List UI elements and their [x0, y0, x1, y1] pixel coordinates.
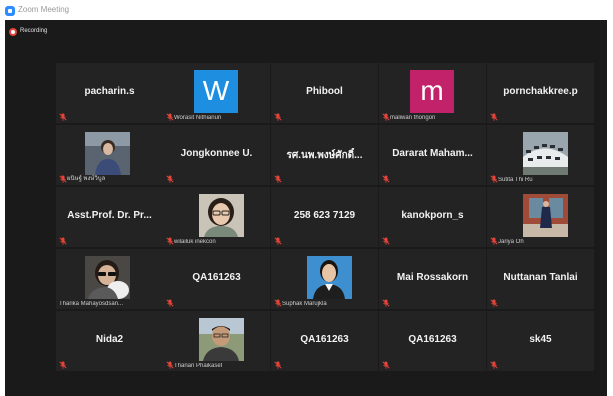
- participant-name: pacharin.s: [84, 86, 135, 97]
- participant-tile[interactable]: QA161263: [271, 311, 378, 371]
- participant-tile[interactable]: Thanan Phaikaset: [163, 311, 270, 371]
- participant-tile[interactable]: pacharin.s: [56, 63, 163, 123]
- participant-label: wilailuk inekcon: [174, 239, 216, 245]
- participant-label: Suphak Marujkla: [282, 301, 327, 307]
- mic-muted-icon: [274, 299, 282, 307]
- participant-avatar: W: [194, 70, 238, 113]
- participant-tile[interactable]: Sutita Thi Ru: [487, 125, 594, 185]
- mic-muted-icon: [382, 299, 390, 307]
- participant-video: [523, 132, 568, 175]
- participant-name: QA161263: [300, 334, 349, 345]
- participant-tile[interactable]: Nida2: [56, 311, 163, 371]
- participant-name: Nuttanan Tanlai: [503, 272, 578, 283]
- participant-name: รศ.นพ.พงษ์ศักดิ์...: [286, 150, 363, 161]
- participant-name: Dararat Maham...: [392, 148, 473, 159]
- recording-icon: [9, 28, 17, 36]
- participant-label: maliwan thongon: [390, 115, 436, 121]
- participant-name: Mai Rossakorn: [396, 272, 469, 283]
- mic-muted-icon: [59, 113, 67, 121]
- participant-video: [85, 256, 130, 299]
- participant-label: Thanan Phaikaset: [174, 363, 223, 369]
- participant-tile[interactable]: รศ.นพ.พงษ์ศักดิ์...: [271, 125, 378, 185]
- participant-tile[interactable]: kanokporn_s: [379, 187, 486, 247]
- mic-muted-icon: [166, 175, 174, 183]
- participant-tile[interactable]: Dararat Maham...: [379, 125, 486, 185]
- participant-label: Jariya Oh: [498, 239, 524, 245]
- participant-tile[interactable]: Nuttanan Tanlai: [487, 249, 594, 309]
- participant-tile[interactable]: pornchakkree.p: [487, 63, 594, 123]
- participant-name: Asst.Prof. Dr. Pr...: [67, 210, 152, 221]
- mic-muted-icon: [490, 175, 498, 183]
- participant-video: [199, 194, 244, 237]
- participant-name: QA161263: [408, 334, 457, 345]
- mic-muted-icon: [382, 361, 390, 369]
- participant-video: [199, 318, 244, 361]
- mic-muted-icon: [490, 237, 498, 245]
- mic-muted-icon: [274, 361, 282, 369]
- participant-name: Phibool: [306, 86, 343, 97]
- mic-muted-icon: [166, 299, 174, 307]
- participant-name: QA161263: [192, 272, 241, 283]
- participant-tile[interactable]: Jariya Oh: [487, 187, 594, 247]
- participant-name: pornchakkree.p: [503, 86, 578, 97]
- window-titlebar: Zoom Meeting: [0, 0, 613, 20]
- mic-muted-icon: [382, 175, 390, 183]
- mic-muted-icon: [59, 361, 67, 369]
- participant-tile[interactable]: Asst.Prof. Dr. Pr...: [56, 187, 163, 247]
- window-title: Zoom Meeting: [18, 5, 70, 14]
- zoom-logo-icon: [5, 6, 15, 16]
- participant-label: Sutita Thi Ru: [498, 177, 533, 183]
- participant-label: Tharika Mahayosdsan...: [59, 301, 124, 307]
- mic-muted-icon: [59, 237, 67, 245]
- mic-muted-icon: [274, 175, 282, 183]
- mic-muted-icon: [274, 113, 282, 121]
- mic-muted-icon: [382, 113, 390, 121]
- participant-video: [307, 256, 352, 299]
- participant-tile[interactable]: sk45: [487, 311, 594, 371]
- mic-muted-icon: [490, 113, 498, 121]
- mic-muted-icon: [490, 299, 498, 307]
- meeting-view: Recording pacharin.s W Worasit Nithianun…: [5, 20, 607, 396]
- participant-label: ผนิษฐ์ พงษ์วิบูล: [67, 176, 106, 182]
- participant-video: [85, 132, 130, 175]
- mic-muted-icon: [166, 361, 174, 369]
- mic-muted-icon: [490, 361, 498, 369]
- mic-muted-icon: [382, 237, 390, 245]
- recording-label: Recording: [20, 28, 48, 34]
- mic-muted-icon: [59, 175, 67, 183]
- mic-muted-icon: [274, 237, 282, 245]
- participant-name: Jongkonnee U.: [180, 148, 253, 159]
- participant-tile[interactable]: 258 623 7129: [271, 187, 378, 247]
- participant-tile[interactable]: Phibool: [271, 63, 378, 123]
- participant-name: 258 623 7129: [293, 210, 356, 221]
- participant-name: sk45: [529, 334, 552, 345]
- mic-muted-icon: [166, 113, 174, 121]
- participant-tile[interactable]: Tharika Mahayosdsan...: [56, 249, 163, 309]
- participant-name: Nida2: [95, 334, 124, 345]
- participant-tile[interactable]: W Worasit Nithianun: [163, 63, 270, 123]
- participant-label: Worasit Nithianun: [174, 115, 222, 121]
- participant-tile[interactable]: Suphak Marujkla: [271, 249, 378, 309]
- mic-muted-icon: [166, 237, 174, 245]
- participant-tile[interactable]: wilailuk inekcon: [163, 187, 270, 247]
- participant-tile[interactable]: QA161263: [163, 249, 270, 309]
- participant-tile[interactable]: QA161263: [379, 311, 486, 371]
- participant-tile[interactable]: Jongkonnee U.: [163, 125, 270, 185]
- participant-tile[interactable]: m maliwan thongon: [379, 63, 486, 123]
- participant-avatar: m: [410, 70, 454, 113]
- participant-name: kanokporn_s: [401, 210, 464, 221]
- participant-video: [523, 194, 568, 237]
- participant-tile[interactable]: Mai Rossakorn: [379, 249, 486, 309]
- participant-tile[interactable]: ผนิษฐ์ พงษ์วิบูล: [56, 125, 163, 185]
